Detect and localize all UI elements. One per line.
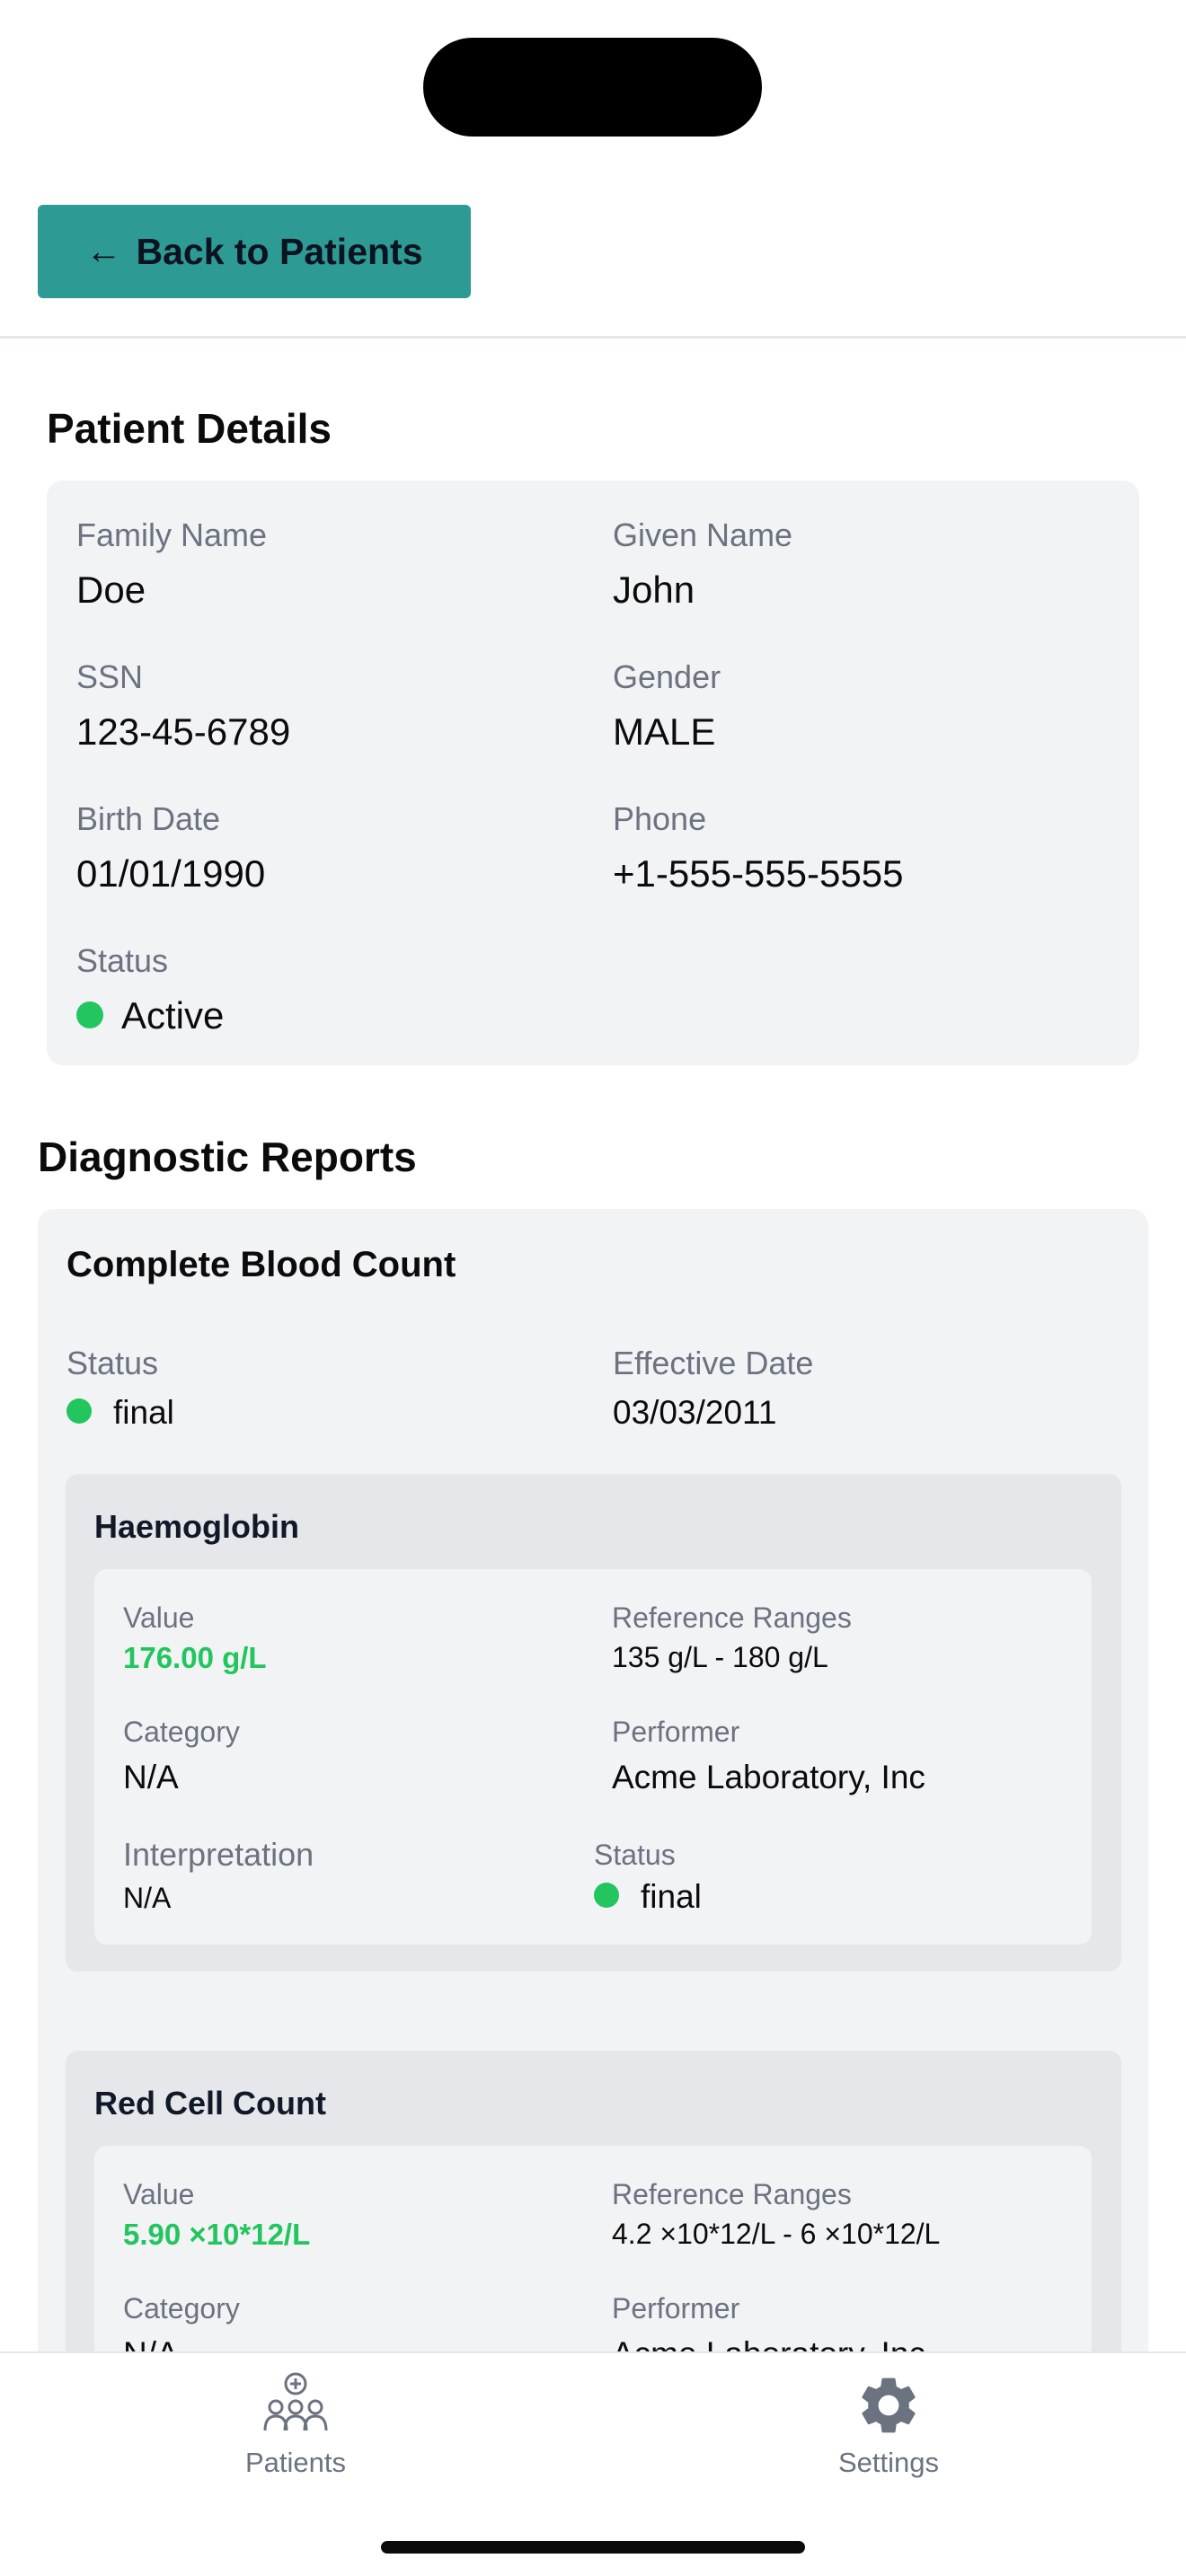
report-card: Complete Blood Count Status final Effect… — [38, 1209, 1148, 2351]
obs-ref-label: Reference Ranges — [612, 1601, 852, 1634]
obs-performer-field: Performer Acme Laboratory, Inc — [612, 2294, 925, 2351]
obs-category-value: N/A — [123, 2337, 240, 2351]
obs-performer-value: Acme Laboratory, Inc — [612, 1759, 925, 1795]
obs-status-field: Status final — [594, 1840, 702, 1913]
obs-value-field: Value 5.90 ×10*12/L — [123, 2180, 310, 2249]
back-to-patients-button[interactable]: ← Back to Patients — [38, 205, 471, 298]
obs-value-label: Value — [123, 1601, 195, 1634]
obs-value: 176.00 g/L — [123, 1641, 267, 1674]
obs-value-label: Value — [123, 2178, 195, 2210]
gender-label: Gender — [613, 658, 721, 695]
birth-date-value: 01/01/1990 — [76, 852, 266, 895]
status-final-dot-icon — [594, 1883, 619, 1909]
family-name-value: Doe — [76, 569, 146, 611]
phone-field: Phone +1-555-555-5555 — [613, 803, 903, 893]
gender-value: MALE — [613, 710, 716, 753]
obs-performer-label: Performer — [612, 2292, 740, 2325]
patient-details-title: Patient Details — [47, 405, 332, 452]
observation-title: Red Cell Count — [94, 2085, 326, 2122]
ssn-value: 123-45-6789 — [76, 710, 291, 753]
observation-details: Value 176.00 g/L Reference Ranges 135 g/… — [94, 1569, 1092, 1945]
report-status-label: Status — [66, 1345, 159, 1381]
obs-value-field: Value 176.00 g/L — [123, 1603, 267, 1672]
report-title: Complete Blood Count — [66, 1245, 456, 1284]
scroll-content[interactable]: Patient Details Family Name Doe Given Na… — [0, 339, 1186, 2351]
diagnostic-reports-title: Diagnostic Reports — [38, 1134, 417, 1180]
obs-status-value-wrap: final — [594, 1880, 702, 1913]
obs-ref-field: Reference Ranges 4.2 ×10*12/L - 6 ×10*12… — [612, 2180, 940, 2248]
phone-label: Phone — [613, 800, 707, 837]
patient-status-value: Active — [121, 994, 225, 1037]
home-indicator — [381, 2541, 805, 2554]
report-status-value-wrap: final — [66, 1396, 174, 1429]
observation-card-haemoglobin: Haemoglobin Value 176.00 g/L Reference R… — [66, 1474, 1121, 1972]
ssn-label: SSN — [76, 658, 144, 695]
obs-status-label: Status — [594, 1839, 676, 1871]
obs-performer-label: Performer — [612, 1716, 740, 1748]
observation-card-red-cell-count: Red Cell Count Value 5.90 ×10*12/L Refer… — [66, 2051, 1121, 2351]
given-name-label: Given Name — [613, 516, 793, 553]
arrow-left-icon: ← — [85, 232, 122, 271]
ssn-field: SSN 123-45-6789 — [76, 661, 290, 751]
obs-category-value: N/A — [123, 1759, 179, 1795]
obs-performer-value: Acme Laboratory, Inc — [612, 2337, 925, 2351]
family-name-label: Family Name — [76, 516, 268, 553]
status-final-dot-icon — [66, 1398, 92, 1425]
screen: ← Back to Patients Patient Details Famil… — [0, 0, 1186, 2576]
back-button-label: Back to Patients — [136, 230, 423, 272]
gear-icon — [862, 2378, 916, 2433]
report-status-value: final — [113, 1394, 174, 1431]
birth-date-field: Birth Date 01/01/1990 — [76, 803, 265, 893]
tab-patients-label: Patients — [244, 2447, 346, 2478]
observation-details: Value 5.90 ×10*12/L Reference Ranges 4.2… — [94, 2146, 1092, 2351]
obs-status-value: final — [641, 1878, 702, 1915]
obs-value: 5.90 ×10*12/L — [123, 2218, 311, 2251]
status-active-dot-icon — [76, 1001, 103, 1028]
patient-status-value-wrap: Active — [76, 997, 224, 1035]
patient-status-field: Status Active — [76, 945, 224, 1035]
observation-title: Haemoglobin — [94, 1508, 300, 1545]
tab-settings[interactable]: Settings — [754, 2371, 1023, 2479]
report-date-value: 03/03/2011 — [613, 1394, 777, 1431]
obs-interpretation-value: N/A — [123, 1882, 172, 1914]
tab-settings-label: Settings — [837, 2447, 939, 2478]
report-date-label: Effective Date — [613, 1345, 814, 1381]
gender-field: Gender MALE — [613, 661, 721, 751]
obs-category-field: Category N/A — [123, 1717, 240, 1794]
obs-performer-field: Performer Acme Laboratory, Inc — [612, 1717, 925, 1794]
obs-category-field: Category N/A — [123, 2294, 240, 2351]
phone-value: +1-555-555-5555 — [613, 852, 904, 895]
obs-ref-value: 135 g/L - 180 g/L — [612, 1641, 828, 1673]
obs-ref-label: Reference Ranges — [612, 2178, 852, 2210]
report-date-field: Effective Date 03/03/2011 — [613, 1345, 814, 1431]
patients-icon — [263, 2372, 328, 2431]
birth-date-label: Birth Date — [76, 800, 221, 837]
obs-interpretation-label: Interpretation — [123, 1836, 314, 1873]
given-name-value: John — [613, 569, 695, 611]
patient-details-card: Family Name Doe Given Name John SSN 123-… — [47, 481, 1139, 1065]
obs-ref-field: Reference Ranges 135 g/L - 180 g/L — [612, 1603, 852, 1672]
dynamic-island — [423, 38, 762, 137]
report-status-field: Status final — [66, 1347, 174, 1429]
obs-category-label: Category — [123, 2292, 240, 2325]
obs-ref-value: 4.2 ×10*12/L - 6 ×10*12/L — [612, 2218, 941, 2250]
family-name-field: Family Name Doe — [76, 519, 267, 609]
obs-interpretation-field: Interpretation N/A — [123, 1836, 314, 1914]
patient-status-label: Status — [76, 942, 169, 979]
obs-category-label: Category — [123, 1716, 240, 1748]
given-name-field: Given Name John — [613, 519, 792, 609]
tab-patients[interactable]: Patients — [161, 2371, 430, 2479]
